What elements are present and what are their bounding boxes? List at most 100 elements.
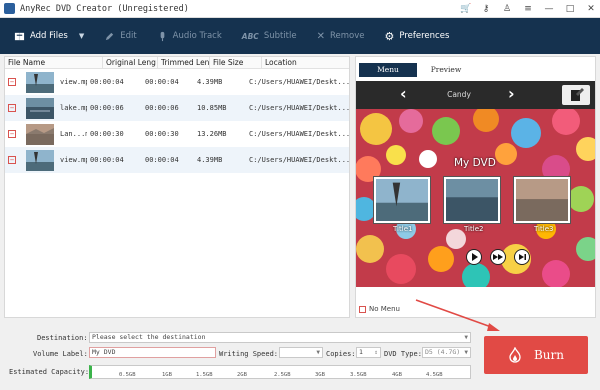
capacity-tick: 1GB [162, 372, 172, 378]
audio-track-button[interactable]: Audio Track [147, 18, 232, 54]
trimmed-length: 00:00:30 [145, 130, 179, 138]
table-row[interactable]: − view.mp4 00:00:04 00:00:04 4.39MB C:/U… [5, 69, 349, 95]
skip-end-icon [519, 254, 526, 260]
template-nav-bar: ‹ Candy › [356, 81, 595, 109]
remove-file-icon[interactable]: − [8, 78, 16, 86]
capacity-bar: 0.5GB 1GB 1.5GB 2GB 2.5GB 3GB 3.5GB 4GB … [89, 365, 471, 379]
app-title: AnyRec DVD Creator (Unregistered) [20, 3, 189, 14]
add-files-button[interactable]: Add Files ▼ [0, 18, 94, 54]
tab-preview[interactable]: Preview [417, 63, 475, 77]
preview-tabs: Menu Preview [359, 63, 475, 77]
chapter-thumbnail-3[interactable] [514, 177, 570, 223]
volume-label-value: My DVD [92, 348, 116, 356]
file-size: 13.26MB [197, 130, 227, 138]
chapter-label-2: Title2 [464, 225, 484, 233]
preferences-button[interactable]: ⚙ Preferences [375, 18, 460, 54]
original-length: 00:00:30 [90, 130, 124, 138]
column-trimmed-length[interactable]: Trimmed Len [158, 56, 210, 69]
video-thumbnail [26, 97, 54, 119]
column-location[interactable]: Location [262, 57, 349, 69]
column-file-name[interactable]: File Name [5, 56, 103, 69]
remove-file-icon[interactable]: − [8, 104, 16, 112]
destination-dropdown-icon[interactable]: ▼ [464, 333, 468, 342]
destination-select[interactable]: Please select the destination ▼ [89, 332, 471, 343]
menu-preview-panel: Menu Preview ‹ Candy › My DVD Title1 Tit… [355, 56, 596, 318]
play-button[interactable] [466, 249, 482, 265]
burn-button[interactable]: Burn [484, 336, 588, 374]
cart-icon[interactable]: 🛒 [460, 4, 471, 14]
table-row[interactable]: − view.mp4 00:00:04 00:00:04 4.39MB C:/U… [5, 147, 349, 173]
edit-label: Edit [120, 31, 137, 41]
no-menu-checkbox[interactable] [359, 305, 366, 313]
capacity-tick: 0.5GB [119, 372, 136, 378]
file-name: view.mp4 [60, 78, 87, 86]
title-bar: AnyRec DVD Creator (Unregistered) 🛒 ⚷ ♙ … [0, 0, 600, 18]
microphone-icon [160, 31, 165, 41]
edit-template-icon [571, 88, 584, 101]
file-location: C:/Users/HUAWEI/Deskt... [249, 78, 349, 86]
capacity-tick: 2GB [237, 372, 247, 378]
menu-icon[interactable]: ≡ [523, 4, 533, 14]
copies-value: 1 [359, 348, 363, 356]
template-name: Candy [447, 90, 471, 99]
key-icon[interactable]: ⚷ [481, 4, 491, 14]
file-size: 4.39MB [197, 156, 223, 164]
capacity-tick: 3GB [315, 372, 325, 378]
edit-button[interactable]: Edit [94, 18, 146, 54]
add-files-icon [14, 32, 25, 40]
destination-label: Destination: [37, 334, 88, 342]
no-menu-option[interactable]: No Menu [359, 305, 400, 313]
remove-label: Remove [330, 31, 365, 41]
table-row[interactable]: − lake.mp4 00:00:06 00:00:06 10.85MB C:/… [5, 95, 349, 121]
main-toolbar: Add Files ▼ Edit Audio Track ABC Subtitl… [0, 18, 600, 54]
volume-label: Volume Label: [33, 350, 88, 358]
trimmed-length: 00:00:04 [145, 78, 179, 86]
remove-button[interactable]: ✕ Remove [307, 18, 375, 54]
subtitle-button[interactable]: ABC Subtitle [232, 18, 307, 54]
maximize-icon[interactable]: □ [565, 4, 575, 14]
close-icon[interactable]: ✕ [586, 4, 596, 14]
column-original-length[interactable]: Original Leng [103, 56, 158, 69]
edit-template-button[interactable] [562, 85, 590, 105]
dvd-type-dropdown-icon[interactable]: ▼ [464, 348, 468, 357]
capacity-tick: 4.5GB [426, 372, 443, 378]
minimize-icon[interactable]: — [544, 4, 554, 14]
user-icon[interactable]: ♙ [502, 4, 512, 14]
no-menu-label: No Menu [369, 305, 400, 313]
chevron-right-icon[interactable]: › [508, 84, 515, 103]
last-chapter-button[interactable] [514, 249, 530, 265]
trimmed-length: 00:00:04 [145, 156, 179, 164]
chapter-thumbnail-2[interactable] [444, 177, 500, 223]
chapter-thumbnail-1[interactable] [374, 177, 430, 223]
video-thumbnail [26, 123, 54, 145]
remove-file-icon[interactable]: − [8, 156, 16, 164]
dvd-type-select[interactable]: D5 (4.7G) ▼ [422, 347, 471, 358]
writing-speed-dropdown-icon[interactable]: ▼ [316, 348, 320, 357]
audio-track-label: Audio Track [172, 31, 222, 41]
burn-label: Burn [533, 348, 564, 362]
dvd-type-label: DVD Type: [384, 350, 422, 358]
column-file-size[interactable]: File Size [210, 56, 262, 69]
trimmed-length: 00:00:06 [145, 104, 179, 112]
writing-speed-select[interactable]: ▼ [279, 347, 323, 358]
file-list-header: File Name Original Leng Trimmed Len File… [5, 56, 349, 69]
capacity-tick: 4GB [392, 372, 402, 378]
dvd-type-value: D5 (4.7G) [425, 348, 461, 356]
writing-speed-label: Writing Speed: [219, 350, 279, 358]
file-location: C:/Users/HUAWEI/Deskt... [249, 156, 349, 164]
volume-label-input[interactable]: My DVD [89, 347, 216, 358]
copies-stepper[interactable]: 1 ⇕ [356, 347, 381, 358]
table-row[interactable]: − Lan...mp4 00:00:30 00:00:30 13.26MB C:… [5, 121, 349, 147]
file-location: C:/Users/HUAWEI/Deskt... [249, 130, 349, 138]
copies-stepper-icon[interactable]: ⇕ [374, 348, 378, 357]
next-chapter-button[interactable] [490, 249, 506, 265]
subtitle-label: Subtitle [263, 31, 297, 41]
tab-menu[interactable]: Menu [359, 63, 417, 77]
remove-file-icon[interactable]: − [8, 130, 16, 138]
window-controls: 🛒 ⚷ ♙ ≡ — □ ✕ [460, 0, 596, 18]
destination-value: Please select the destination [92, 333, 206, 341]
add-files-dropdown-icon[interactable]: ▼ [79, 32, 84, 40]
copies-label: Copies: [326, 350, 356, 358]
video-thumbnail [26, 149, 54, 171]
capacity-tick: 1.5GB [196, 372, 213, 378]
